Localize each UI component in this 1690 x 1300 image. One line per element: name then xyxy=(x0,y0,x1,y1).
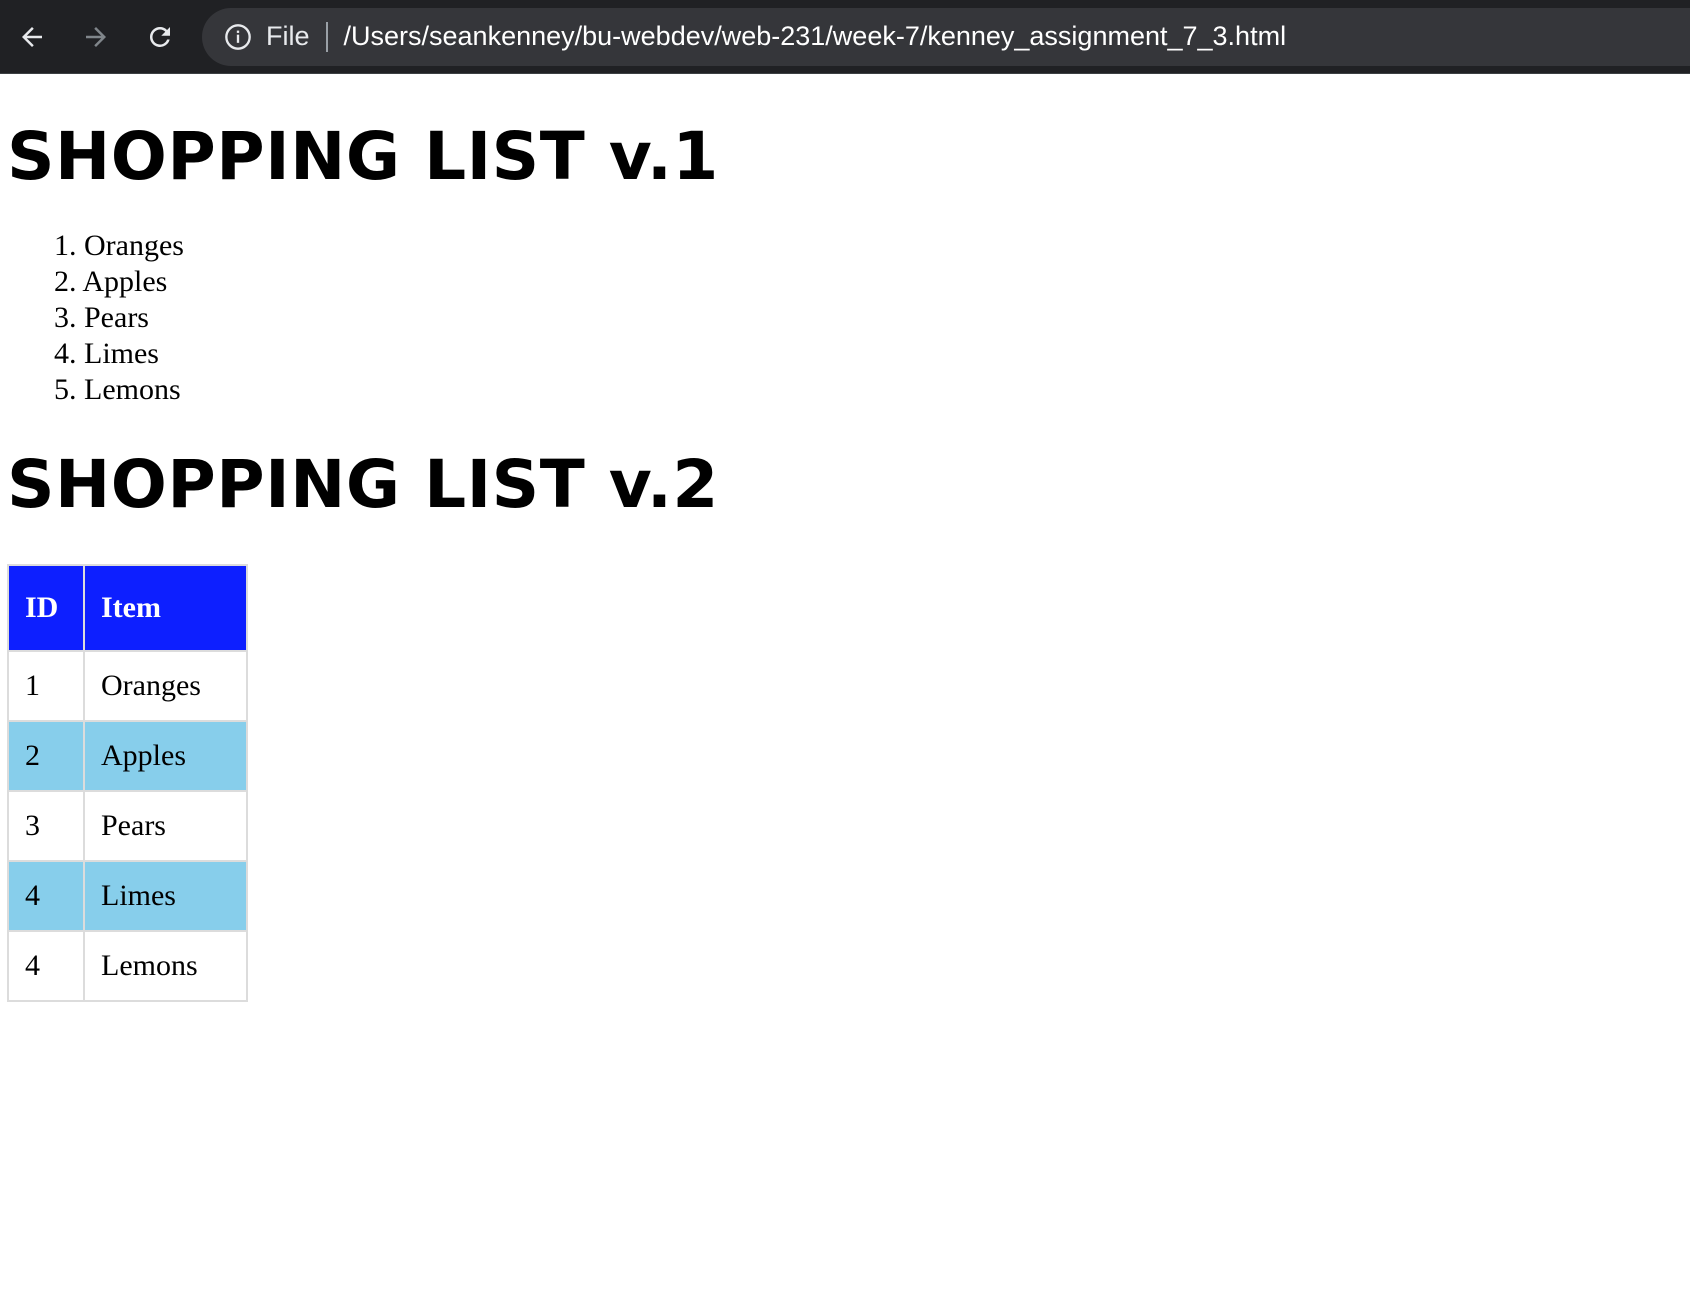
id-cell: 2 xyxy=(9,722,83,790)
column-header-item: Item xyxy=(85,566,246,650)
site-info-chip-label[interactable]: File xyxy=(266,21,310,52)
item-cell: Oranges xyxy=(85,652,246,720)
reload-button[interactable] xyxy=(128,0,192,74)
heading-shopping-list-v1: SHOPPING LIST v.1 xyxy=(7,118,719,195)
url-text[interactable]: /Users/seankenney/bu-webdev/web-231/week… xyxy=(344,21,1287,52)
table-header-row: ID Item xyxy=(9,566,246,650)
list-item: Oranges xyxy=(84,229,184,262)
page-content: SHOPPING LIST v.1 Oranges Apples Pears L… xyxy=(0,74,1690,1002)
heading-shopping-list-v2: SHOPPING LIST v.2 xyxy=(7,446,719,523)
id-cell: 1 xyxy=(9,652,83,720)
shopping-list-table: ID Item 1 Oranges 2 Apples 3 Pears 4 Lim… xyxy=(7,564,248,1002)
item-cell: Pears xyxy=(85,792,246,860)
reload-icon xyxy=(149,26,170,47)
id-cell: 4 xyxy=(9,932,83,1000)
chip-divider xyxy=(325,21,328,52)
forward-button[interactable] xyxy=(64,0,128,74)
table-row: 3 Pears xyxy=(9,792,246,860)
browser-toolbar: File /Users/seankenney/bu-webdev/web-231… xyxy=(0,0,1690,74)
arrow-left-icon xyxy=(22,26,42,47)
item-cell: Apples xyxy=(85,722,246,790)
list-item: Lemons xyxy=(84,373,181,406)
address-bar[interactable]: File /Users/seankenney/bu-webdev/web-231… xyxy=(202,7,1690,66)
info-icon[interactable] xyxy=(224,23,252,51)
list-item: Apples xyxy=(82,265,168,298)
list-item: Limes xyxy=(84,337,159,370)
item-cell: Limes xyxy=(85,862,246,930)
list-item: Pears xyxy=(84,301,149,334)
item-cell: Lemons xyxy=(85,932,246,1000)
back-button[interactable] xyxy=(0,0,64,74)
id-cell: 3 xyxy=(9,792,83,860)
table-row: 1 Oranges xyxy=(9,652,246,720)
table-row: 2 Apples xyxy=(9,722,246,790)
column-header-id: ID xyxy=(9,566,83,650)
table-row: 4 Limes xyxy=(9,862,246,930)
id-cell: 4 xyxy=(9,862,83,930)
shopping-list-ordered: Oranges Apples Pears Limes Lemons xyxy=(7,228,1690,408)
arrow-right-icon xyxy=(86,26,106,47)
table-row: 4 Lemons xyxy=(9,932,246,1000)
